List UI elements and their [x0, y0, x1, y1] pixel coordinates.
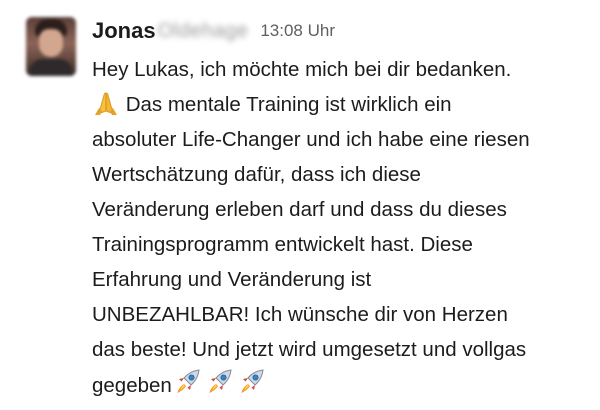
folded-hands-icon: [92, 90, 120, 116]
message-line: Hey Lukas, ich möchte mich bei dir bedan…: [92, 58, 512, 81]
avatar[interactable]: [26, 17, 76, 76]
message-line-with-emoji: gegeben: [92, 367, 592, 403]
chat-message: Jonas Oldehage 13:08 Uhr Hey Lukas, ich …: [0, 0, 600, 410]
message-body: Hey Lukas, ich möchte mich bei dir bedan…: [92, 52, 592, 403]
message-line: Veränderung erleben darf und dass du die…: [92, 198, 507, 221]
avatar-shirt: [30, 59, 72, 76]
rocket-icon: [204, 367, 236, 397]
message-line: absoluter Life-Changer und ich habe eine…: [92, 128, 530, 151]
avatar-face: [39, 29, 63, 57]
sender-name[interactable]: Jonas: [92, 18, 156, 44]
message-header: Jonas Oldehage 13:08 Uhr: [92, 14, 335, 48]
rocket-icon: [172, 367, 204, 397]
message-line-with-emoji: Das mentale Training ist wirklich ein: [92, 87, 592, 122]
message-line: Trainingsprogramm entwickelt hast. Diese: [92, 233, 473, 256]
message-line: das beste! Und jetzt wird umgesetzt und …: [92, 338, 527, 361]
message-line: Wertschätzung dafür, dass ich diese: [92, 163, 421, 186]
message-timestamp[interactable]: 13:08 Uhr: [260, 21, 335, 41]
message-line: UNBEZAHLBAR! Ich wünsche dir von Herzen: [92, 303, 508, 326]
rocket-icon: [236, 367, 268, 397]
message-line-text: gegeben: [92, 374, 172, 397]
message-line-text: Das mentale Training ist wirklich ein: [125, 93, 452, 116]
message-line: Erfahrung und Veränderung ist: [92, 268, 372, 291]
sender-surname-redacted: Oldehage: [157, 19, 249, 42]
